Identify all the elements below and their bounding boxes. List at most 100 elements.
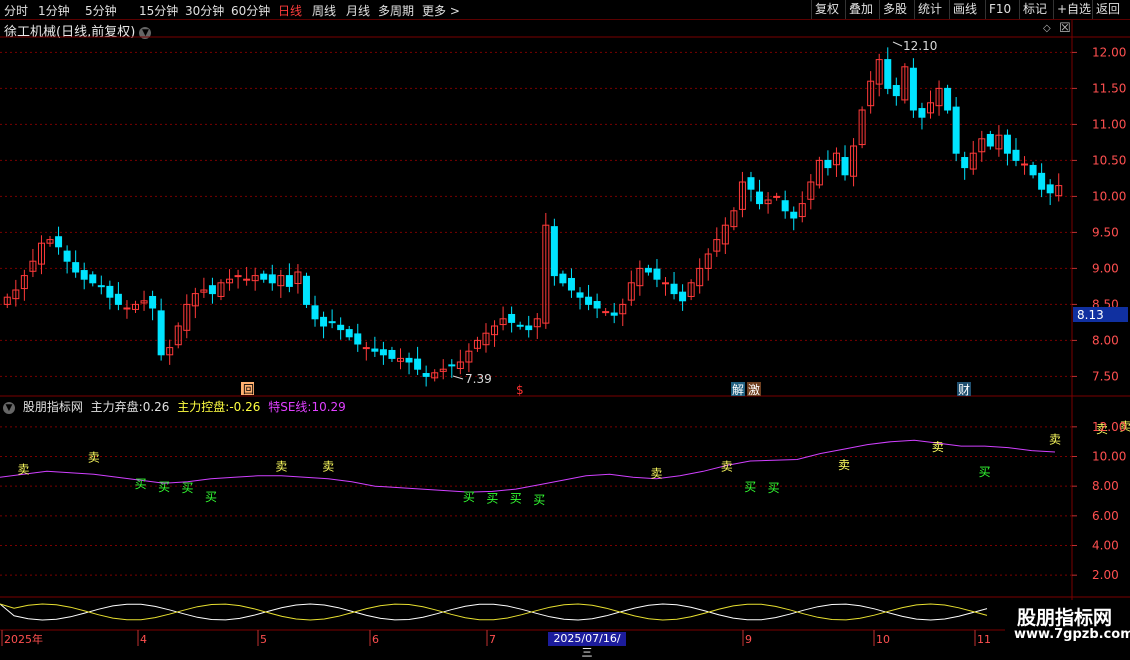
- candle-body: [320, 316, 328, 327]
- buy-signal: 买: [205, 490, 217, 504]
- event-marker-finance[interactable]: 财: [958, 383, 970, 397]
- candle-body: [448, 364, 456, 367]
- sell-signal: 卖: [838, 458, 850, 472]
- buy-signal: 买: [744, 480, 756, 494]
- date-axis-label: 11: [977, 633, 991, 646]
- candle-body: [944, 87, 952, 111]
- candle-body: [260, 273, 268, 280]
- candle-body: [345, 329, 353, 338]
- price-axis-label: 7.50: [1092, 369, 1119, 383]
- candle-body: [311, 305, 319, 320]
- candle-body: [1038, 172, 1046, 190]
- indicator-axis-label: 4.00: [1092, 539, 1119, 553]
- candle-body: [662, 282, 669, 285]
- sell-signal: 卖: [17, 462, 29, 476]
- high-price-label: 12.10: [903, 39, 937, 53]
- candle-body: [747, 177, 755, 190]
- indicator-axis: 12.00 10.00 8.00 6.00 4.00 2.00: [1072, 420, 1126, 582]
- price-grid: [0, 20, 1130, 648]
- sell-signal: 卖: [650, 467, 662, 481]
- candle-body: [243, 278, 251, 281]
- candle-body: [157, 310, 165, 356]
- indicator-axis-label: 10.00: [1092, 450, 1126, 464]
- buy-signal: 买: [979, 465, 991, 479]
- candle-body: [149, 295, 157, 309]
- low-price-label: 7.39: [465, 372, 492, 386]
- date-axis: 2025年 4 5 6 7 9 10 11: [0, 629, 1072, 646]
- indicator-name[interactable]: 股朋指标网: [23, 400, 83, 414]
- candle-body: [302, 275, 310, 305]
- indicator-axis-label: 8.00: [1092, 479, 1119, 493]
- candle-body: [559, 273, 567, 284]
- event-marker-back[interactable]: 回: [243, 383, 254, 396]
- candle-body: [824, 159, 832, 169]
- candle-body: [790, 211, 798, 219]
- date-axis-label: 7: [489, 633, 496, 646]
- candle-body: [593, 301, 601, 309]
- candle-body: [354, 333, 362, 345]
- control-label: 主力控盘:: [177, 400, 230, 414]
- candle-body: [414, 358, 422, 370]
- candle-body: [516, 324, 524, 327]
- sell-signal: 卖: [721, 459, 733, 473]
- candle-body: [892, 85, 900, 97]
- buy-signal: 买: [768, 481, 780, 495]
- se-line-value: 10.29: [311, 400, 346, 414]
- candle-body: [72, 262, 80, 273]
- candle-body: [1046, 184, 1054, 194]
- osc-white-line: [0, 603, 988, 621]
- se-line-label: 特SE线:: [268, 400, 312, 414]
- event-marker-unlock[interactable]: 解: [732, 383, 744, 397]
- candle-body: [89, 274, 97, 284]
- candle-body: [653, 268, 661, 280]
- candle-body: [602, 311, 610, 314]
- sell-signal: 卖: [275, 459, 287, 473]
- price-axis-label: 12.00: [1092, 45, 1126, 59]
- candle-body: [773, 195, 781, 198]
- candle-body: [285, 275, 293, 287]
- candle-body: [576, 292, 584, 298]
- candle-body: [63, 250, 71, 262]
- buy-signal: 买: [533, 493, 545, 507]
- date-axis-label: 2025年: [4, 632, 43, 646]
- buy-signal: 买: [486, 492, 498, 506]
- candle-body: [362, 347, 370, 350]
- candle-body: [756, 191, 764, 205]
- kline-chart[interactable]: 12.0011.5011.0010.5010.009.509.008.508.0…: [0, 0, 1130, 650]
- candle-body: [961, 157, 969, 169]
- sell-signal: 卖: [322, 459, 334, 473]
- candle-body: [97, 285, 105, 288]
- candle-body: [644, 267, 652, 273]
- indicator-axis-label: 12.00: [1092, 420, 1126, 434]
- sell-signal: 卖: [1049, 433, 1061, 447]
- current-price-label: 8.13: [1077, 308, 1104, 322]
- candle-body: [567, 277, 575, 291]
- candle-body: [114, 293, 122, 305]
- sell-signal: 卖: [88, 450, 100, 464]
- control-value: -0.26: [229, 400, 261, 414]
- price-axis-label: 10.50: [1092, 153, 1126, 167]
- candle-body: [1012, 149, 1020, 161]
- candle-body: [268, 274, 276, 284]
- candle-body: [670, 283, 678, 295]
- sell-signal: 卖: [932, 440, 944, 454]
- indicator-toggle-icon[interactable]: ▼: [3, 401, 15, 414]
- price-axis-label: 11.50: [1092, 81, 1126, 95]
- candle-body: [1003, 134, 1011, 154]
- price-axis: 12.0011.5011.0010.5010.009.509.008.508.0…: [1072, 45, 1126, 383]
- event-marker-incentive[interactable]: 激: [748, 383, 760, 397]
- candle-body: [80, 270, 88, 280]
- candle-body: [550, 226, 558, 277]
- candle-body: [388, 349, 396, 359]
- event-marker-dividend[interactable]: $: [516, 383, 524, 397]
- watermark-url: www.7gpzb.com: [1014, 627, 1130, 642]
- candle-body: [371, 348, 379, 352]
- candle-body: [781, 200, 789, 212]
- candle-body: [909, 67, 917, 111]
- buy-signal: 买: [182, 481, 194, 495]
- candle-body: [952, 106, 960, 154]
- candle-body: [208, 285, 216, 295]
- buy-signal: 买: [510, 492, 522, 506]
- candle-body: [379, 349, 387, 356]
- date-axis-label: 6: [372, 633, 379, 646]
